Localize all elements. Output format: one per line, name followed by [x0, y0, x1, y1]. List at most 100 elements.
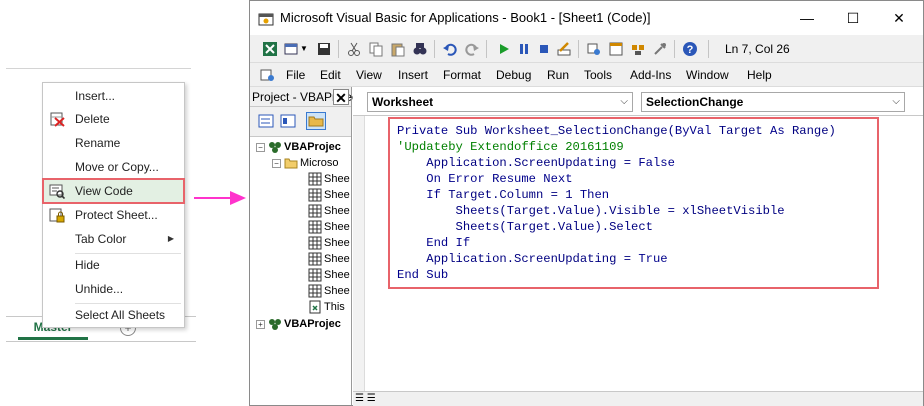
- menu-tools[interactable]: Tools: [584, 68, 612, 82]
- object-combobox[interactable]: Worksheet ⌵: [367, 92, 633, 112]
- tree-item-sheet[interactable]: Shee: [308, 251, 350, 267]
- insert-userform-icon[interactable]: [284, 41, 300, 57]
- code-line[interactable]: End If: [397, 235, 470, 251]
- tree-item-sheet[interactable]: Shee: [308, 171, 350, 187]
- tree-item-sheet[interactable]: Shee: [308, 219, 350, 235]
- menu-item-label: View Code: [75, 184, 133, 198]
- margin-indicator-bar[interactable]: [353, 116, 365, 406]
- code-line[interactable]: End Sub: [397, 267, 448, 283]
- tree-item-label: Shee: [324, 269, 350, 281]
- break-icon[interactable]: [516, 41, 532, 57]
- menu-item-move-or-copy[interactable]: Move or Copy...: [43, 155, 184, 179]
- code-line[interactable]: Private Sub Worksheet_SelectionChange(By…: [397, 123, 836, 139]
- menu-item-unhide[interactable]: Unhide...: [43, 277, 184, 301]
- toggle-folders-icon[interactable]: [306, 112, 326, 130]
- code-line[interactable]: Sheets(Target.Value).Visible = xlSheetVi…: [397, 203, 785, 219]
- menu-item-hide[interactable]: Hide: [43, 253, 184, 277]
- menu-item-select-all-sheets[interactable]: Select All Sheets: [43, 303, 184, 327]
- sheet-icon: [308, 284, 322, 298]
- tree-item-sheet[interactable]: Shee: [308, 187, 350, 203]
- tree-item-vbaproject[interactable]: VBAProjec: [268, 139, 341, 155]
- project-panel-close-button[interactable]: ✕: [333, 89, 349, 106]
- project-explorer-panel: Project - VBAProject ✕ − VBAProjec − Mic…: [250, 87, 361, 405]
- find-icon[interactable]: [412, 41, 428, 57]
- menu-item-insert[interactable]: Insert...: [43, 84, 184, 108]
- horizontal-scrollbar[interactable]: ☰ ☰: [353, 391, 923, 406]
- tree-item-label: Shee: [324, 221, 350, 233]
- chevron-down-icon: ⌵: [620, 96, 628, 107]
- design-mode-icon[interactable]: [556, 41, 572, 57]
- code-line[interactable]: Application.ScreenUpdating = False: [397, 155, 675, 171]
- tree-item-sheet[interactable]: Shee: [308, 283, 350, 299]
- menu-item-view-code[interactable]: View Code: [42, 178, 185, 204]
- menu-insert[interactable]: Insert: [398, 68, 428, 82]
- dropdown-arrow-icon[interactable]: ▼: [300, 41, 316, 57]
- undo-icon[interactable]: [442, 41, 458, 57]
- tree-item-sheet[interactable]: Shee: [308, 203, 350, 219]
- tree-item-vbaproject[interactable]: VBAProjec: [268, 316, 341, 332]
- tree-item-excel-objects[interactable]: Microso: [284, 155, 339, 171]
- menu-help[interactable]: Help: [747, 68, 772, 82]
- menu-file[interactable]: File: [286, 68, 305, 82]
- tree-item-thisworkbook[interactable]: This: [308, 299, 345, 315]
- menu-item-tab-color[interactable]: Tab Color ▶: [43, 227, 184, 251]
- code-line[interactable]: If Target.Column = 1 Then: [397, 187, 609, 203]
- menu-item-label: Select All Sheets: [75, 308, 166, 322]
- menu-item-rename[interactable]: Rename: [43, 131, 184, 155]
- menu-item-protect-sheet[interactable]: Protect Sheet...: [43, 203, 184, 227]
- procedure-view-icon[interactable]: ☰: [355, 393, 364, 404]
- code-line[interactable]: Application.ScreenUpdating = True: [397, 251, 667, 267]
- redo-icon[interactable]: [464, 41, 480, 57]
- sheet-icon: [308, 204, 322, 218]
- excel-view-icon[interactable]: [262, 41, 278, 57]
- expand-icon[interactable]: +: [256, 320, 265, 329]
- menu-debug[interactable]: Debug: [496, 68, 531, 82]
- pointer-arrow-icon: [194, 191, 246, 205]
- object-browser-icon[interactable]: [630, 41, 646, 57]
- menu-edit[interactable]: Edit: [320, 68, 341, 82]
- vba-app-icon: [258, 13, 274, 26]
- view-toggle-buttons[interactable]: ☰ ☰: [355, 393, 383, 406]
- menu-item-delete[interactable]: Delete: [43, 107, 184, 131]
- code-line[interactable]: Sheets(Target.Value).Select: [397, 219, 653, 235]
- code-line[interactable]: On Error Resume Next: [397, 171, 572, 187]
- minimize-button[interactable]: —: [784, 1, 830, 35]
- tree-item-sheet[interactable]: Shee: [308, 267, 350, 283]
- grid-line: [6, 68, 191, 69]
- view-object-icon[interactable]: [280, 114, 296, 128]
- save-icon[interactable]: [316, 41, 332, 57]
- copy-icon[interactable]: [368, 41, 384, 57]
- menu-add-ins[interactable]: Add-Ins: [630, 68, 671, 82]
- help-icon[interactable]: ?: [682, 41, 698, 57]
- collapse-icon[interactable]: −: [272, 159, 281, 168]
- menu-item-label: Protect Sheet...: [75, 208, 158, 222]
- toolbox-icon[interactable]: [652, 41, 668, 57]
- tree-item-label: Shee: [324, 253, 350, 265]
- code-editor[interactable]: Private Sub Worksheet_SelectionChange(By…: [353, 115, 923, 406]
- menu-window[interactable]: Window: [686, 68, 729, 82]
- maximize-button[interactable]: ☐: [830, 1, 876, 35]
- run-icon[interactable]: [496, 41, 512, 57]
- tree-item-sheet[interactable]: Shee: [308, 235, 350, 251]
- collapse-icon[interactable]: −: [256, 143, 265, 152]
- procedure-combobox[interactable]: SelectionChange ⌵: [641, 92, 905, 112]
- menu-view[interactable]: View: [356, 68, 382, 82]
- tree-item-label: This: [324, 301, 345, 313]
- sheet-icon: [308, 252, 322, 266]
- project-tree: − VBAProjec − Microso Shee Shee Shee She…: [250, 138, 351, 405]
- view-code-icon[interactable]: [258, 114, 274, 128]
- code-window-icon[interactable]: [260, 67, 276, 83]
- close-button[interactable]: ✕: [876, 1, 922, 35]
- project-explorer-icon[interactable]: [586, 41, 602, 57]
- reset-icon[interactable]: [536, 41, 552, 57]
- sheet-icon: [308, 220, 322, 234]
- properties-window-icon[interactable]: [608, 41, 624, 57]
- paste-icon[interactable]: [390, 41, 406, 57]
- full-module-view-icon[interactable]: ☰: [367, 393, 376, 404]
- menu-format[interactable]: Format: [443, 68, 481, 82]
- sheet-icon: [308, 172, 322, 186]
- cut-icon[interactable]: [346, 41, 362, 57]
- menu-run[interactable]: Run: [547, 68, 569, 82]
- tree-item-label: Shee: [324, 237, 350, 249]
- code-line[interactable]: 'Updateby Extendoffice 20161109: [397, 139, 624, 155]
